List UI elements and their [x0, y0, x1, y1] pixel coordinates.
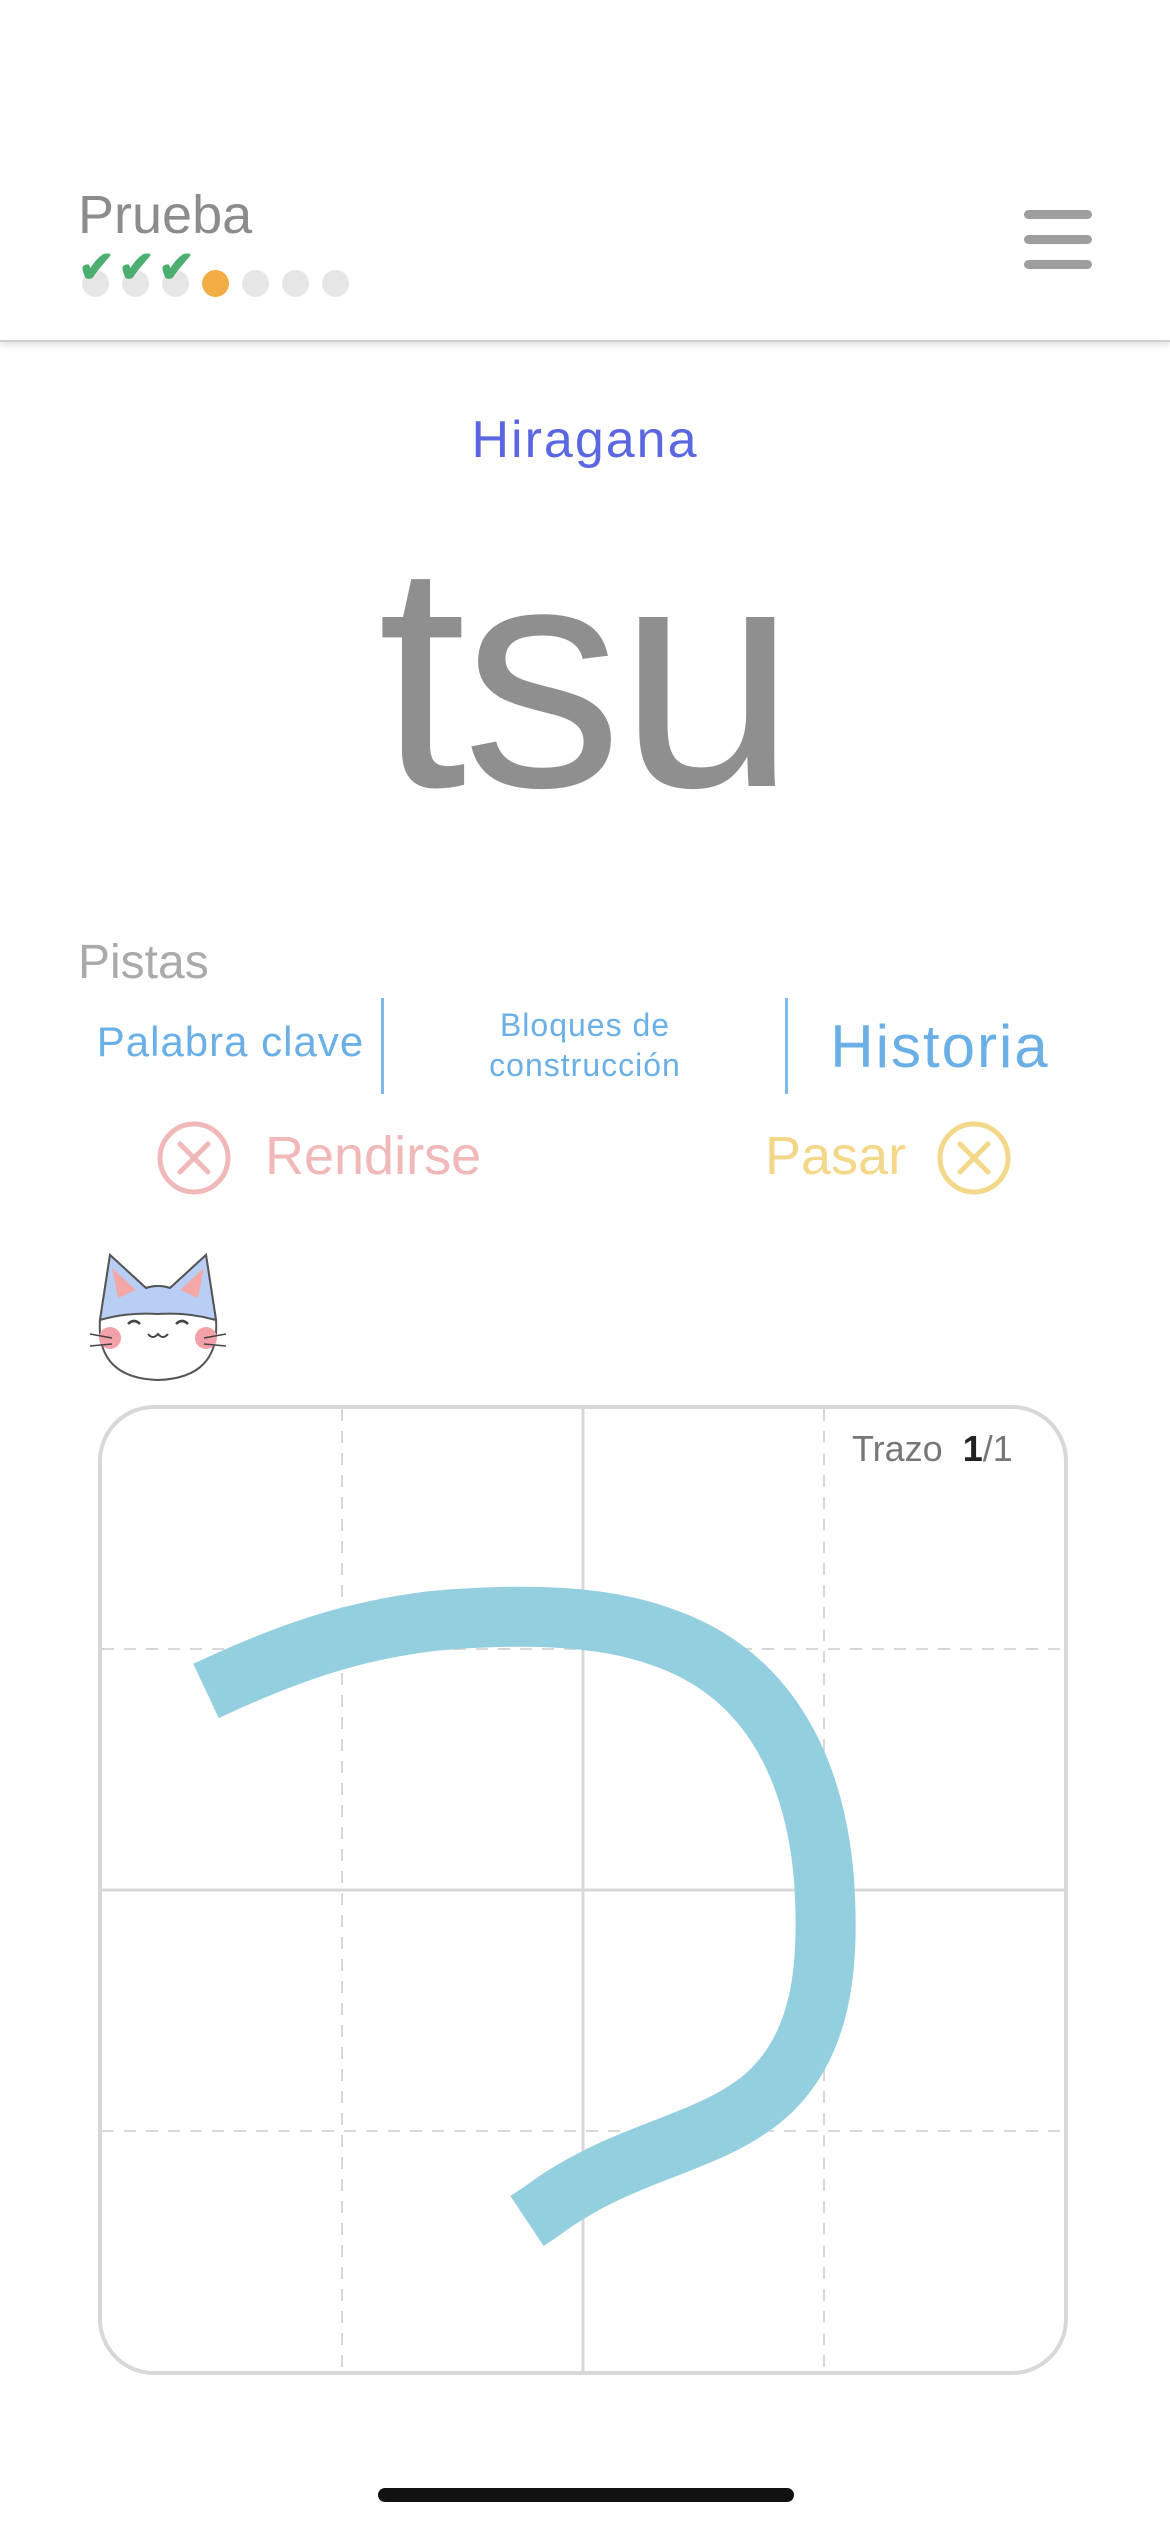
hint-keyword-button[interactable]: Palabra clave [88, 1018, 373, 1066]
stroke-counter: Trazo 1/1 [852, 1428, 1013, 1470]
stroke-current: 1 [962, 1428, 983, 1469]
romaji-prompt: tsu [377, 496, 797, 854]
hint-story-button[interactable]: Historia [810, 1012, 1070, 1081]
stroke-label: Trazo [852, 1428, 943, 1469]
stroke-canvas[interactable] [102, 1409, 1064, 2371]
page-title: Prueba [78, 185, 253, 245]
stroke-total: /1 [982, 1428, 1013, 1469]
skip-button[interactable]: Pasar [765, 1125, 906, 1187]
hint-separator [381, 998, 384, 1094]
hamburger-menu-icon[interactable] [1022, 210, 1094, 270]
progress-dot-pending [282, 270, 309, 297]
progress-dot-pending [322, 270, 349, 297]
checkmark-icon: ✔ [78, 243, 115, 292]
hint-building-blocks-button[interactable]: Bloques de construcción [455, 1005, 715, 1085]
drawing-canvas[interactable] [98, 1405, 1068, 2375]
hint-building-blocks-line2: construcción [489, 1047, 681, 1083]
hint-separator [785, 998, 788, 1094]
progress-dot-pending [242, 270, 269, 297]
skip-x-circle-icon[interactable] [936, 1120, 1012, 1196]
drawn-stroke [193, 1586, 856, 2246]
hint-building-blocks-line1: Bloques de [499, 1007, 671, 1043]
top-bar: Prueba ✔ ✔ ✔ [0, 0, 1170, 342]
home-indicator[interactable] [378, 2488, 794, 2502]
give-up-button[interactable]: Rendirse [265, 1125, 481, 1187]
checkmark-icon: ✔ [158, 243, 195, 292]
cat-face-icon [89, 1252, 227, 1382]
script-type-label: Hiragana [471, 411, 699, 469]
hints-label: Pistas [78, 936, 209, 989]
checkmark-icon: ✔ [118, 243, 155, 292]
progress-dot-current [202, 270, 229, 297]
give-up-x-circle-icon[interactable] [156, 1120, 232, 1196]
